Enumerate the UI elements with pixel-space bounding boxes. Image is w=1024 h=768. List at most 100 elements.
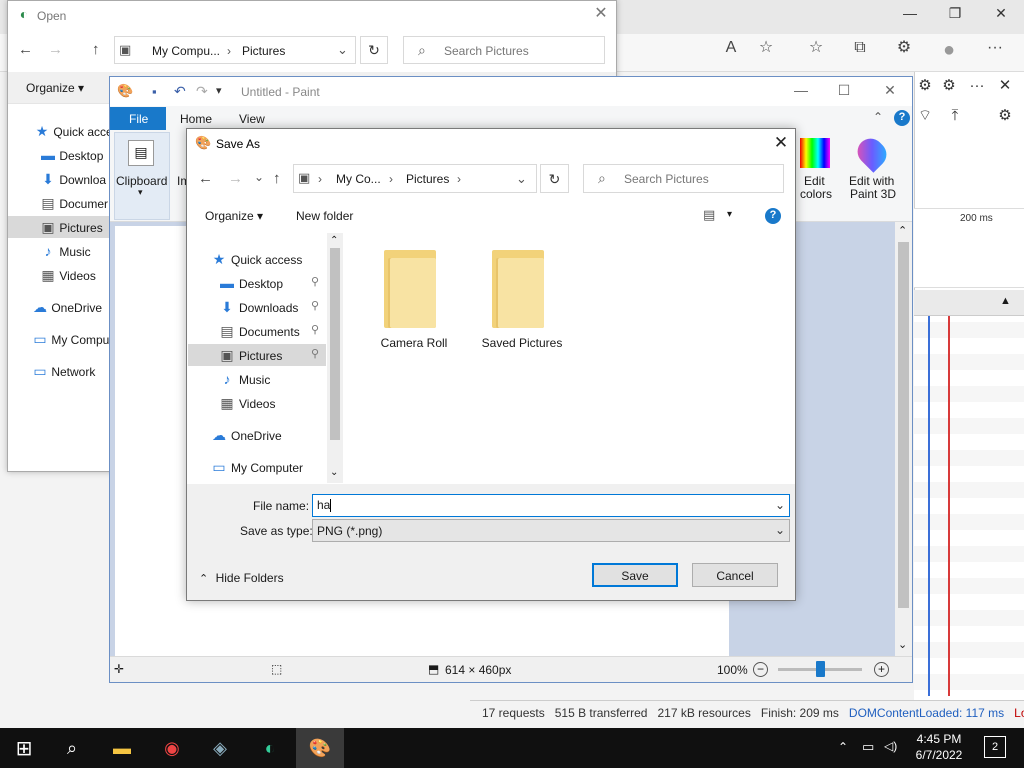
read-aloud-icon[interactable]: A — [718, 40, 744, 64]
open-breadcrumb-computer[interactable]: My Compu... — [152, 44, 220, 58]
collections-icon[interactable]: ⧉ — [847, 40, 873, 64]
open-organize-button[interactable]: Organize ▾ — [26, 81, 84, 95]
open-nav-videos[interactable]: ▦ Videos — [40, 268, 95, 284]
save-type-dropdown-icon[interactable]: ⌄ — [775, 524, 785, 536]
open-address-bar[interactable]: ▣ My Compu... › Pictures ⌄ — [114, 36, 356, 64]
edge-restore-button[interactable]: ❐ — [935, 6, 975, 28]
save-as-close-button[interactable]: ✕ — [770, 134, 792, 154]
open-nav-downloads[interactable]: ⬇ Downloa — [40, 172, 106, 188]
open-nav-pictures[interactable]: ▣ Pictures — [40, 220, 102, 236]
more-icon[interactable]: ··· — [982, 40, 1008, 64]
nav-scroll-down-icon[interactable]: ⌄ — [330, 468, 338, 478]
paint-view-tab[interactable]: View — [239, 112, 265, 126]
open-nav-quick-access[interactable]: ★ Quick acce — [34, 124, 113, 140]
nav-item-videos[interactable]: ▦ Videos — [219, 396, 275, 412]
back-icon[interactable]: ← — [198, 171, 213, 186]
customize-toolbar-icon[interactable]: ▾ — [216, 86, 222, 97]
open-dialog-close-button[interactable]: ✕ — [590, 6, 612, 26]
nav-item-desktop[interactable]: ▬ Desktop — [219, 276, 283, 292]
help-icon[interactable]: ? — [894, 110, 910, 126]
new-folder-button[interactable]: New folder — [296, 209, 353, 223]
nav-item-my-computer[interactable]: ▭ My Computer — [211, 460, 303, 476]
file-name-dropdown-icon[interactable]: ⌄ — [775, 499, 785, 511]
breadcrumb-pictures[interactable]: Pictures — [406, 172, 449, 186]
profile-icon[interactable]: ● — [936, 40, 962, 64]
edit-colors-icon[interactable] — [800, 138, 830, 168]
nav-scroll-up-icon[interactable]: ⌃ — [330, 236, 338, 246]
edge-minimize-button[interactable]: — — [890, 6, 930, 28]
sort-ascending-icon[interactable]: ▲ — [1000, 296, 1011, 307]
nav-item-pictures[interactable]: ▣ Pictures — [219, 348, 282, 364]
open-nav-my-computer[interactable]: ▭ My Compu — [32, 332, 109, 348]
nav-item-documents[interactable]: ▤ Documents — [219, 324, 299, 340]
save-as-type-select[interactable]: PNG (*.png) ⌄ — [312, 519, 790, 542]
favorites-icon[interactable]: ☆ — [803, 40, 829, 64]
open-refresh-button[interactable]: ↻ — [360, 36, 388, 64]
nav-item-downloads[interactable]: ⬇ Downloads — [219, 300, 298, 316]
network-settings-icon[interactable]: ⚙ — [994, 108, 1016, 130]
paint-file-tab[interactable]: File — [110, 107, 166, 130]
edge-dev-icon[interactable]: ◐ — [248, 733, 292, 763]
notification-center-icon[interactable]: 2 — [984, 736, 1006, 758]
save-as-search-box[interactable]: ⌕ Search Pictures — [583, 164, 784, 193]
folder-item[interactable]: Camera Roll — [366, 246, 462, 354]
edge-close-button[interactable]: ✕ — [981, 6, 1021, 28]
chrome-icon[interactable]: ◉ — [150, 733, 194, 763]
nav-item-onedrive[interactable]: ☁ OneDrive — [211, 428, 282, 444]
file-name-input[interactable]: ha ⌄ — [312, 494, 790, 517]
volume-icon[interactable]: ◁) — [884, 740, 897, 752]
redo-icon[interactable]: ↷ — [196, 84, 208, 98]
taskbar-search-icon[interactable]: ⌕ — [50, 733, 94, 763]
paint-scroll-thumb[interactable] — [898, 242, 909, 608]
open-address-dropdown-icon[interactable]: ⌄ — [337, 43, 348, 56]
save-as-help-icon[interactable]: ? — [765, 208, 781, 224]
nav-scroll-thumb[interactable] — [330, 248, 340, 440]
open-nav-desktop[interactable]: ▬ Desktop — [40, 148, 103, 164]
devtools-more-icon[interactable]: ··· — [966, 78, 988, 100]
paint-taskbar-icon[interactable]: 🎨 — [298, 733, 342, 763]
paint-minimize-button[interactable]: — — [786, 83, 816, 101]
file-explorer-icon[interactable]: ▬ — [100, 733, 144, 763]
paint-close-button[interactable]: ✕ — [875, 83, 905, 101]
start-icon[interactable]: ⊞ — [2, 733, 46, 763]
open-nav-music[interactable]: ♪ Music — [40, 244, 91, 260]
refresh-button[interactable]: ↻ — [540, 164, 569, 193]
cancel-button[interactable]: Cancel — [692, 563, 778, 587]
collapse-ribbon-icon[interactable]: ⌃ — [873, 111, 883, 123]
view-options-icon[interactable]: ▾ — [727, 210, 732, 220]
zoom-out-button[interactable]: − — [753, 662, 768, 677]
zoom-in-button[interactable]: + — [874, 662, 889, 677]
devtools-close-icon[interactable]: ✕ — [994, 78, 1016, 100]
scroll-up-icon[interactable]: ⌃ — [898, 226, 907, 237]
nav-item-music[interactable]: ♪ Music — [219, 372, 271, 388]
open-search-box[interactable]: ⌕ Search Pictures — [403, 36, 605, 64]
undo-icon[interactable]: ↶ — [174, 84, 186, 98]
extensions-icon[interactable]: ⚙ — [891, 40, 917, 64]
devtools-connect-icon[interactable]: ⚙ — [938, 78, 960, 100]
save-button[interactable]: Save — [592, 563, 678, 587]
taskbar-clock[interactable]: 4:45 PM 6/7/2022 — [906, 731, 972, 763]
recent-locations-icon[interactable]: ⌄ — [254, 171, 264, 183]
organize-button[interactable]: Organize ▾ — [205, 209, 263, 223]
hide-folders-button[interactable]: ⌃ Hide Folders — [199, 571, 284, 585]
breadcrumb-computer[interactable]: My Co... — [336, 172, 381, 186]
nav-item-quick-access[interactable]: ★ Quick access — [211, 252, 303, 268]
network-throttle-icon[interactable]: ⌔ — [914, 108, 936, 130]
upload-icon[interactable]: ⤒ — [944, 108, 966, 130]
favorite-add-icon[interactable]: ☆ — [753, 40, 779, 64]
quick-save-icon[interactable]: ▪ — [152, 85, 157, 98]
zoom-slider-thumb[interactable] — [816, 661, 825, 677]
show-hidden-icons-icon[interactable]: ⌃ — [838, 741, 848, 753]
open-nav-onedrive[interactable]: ☁ OneDrive — [32, 300, 102, 316]
paste-icon[interactable]: ▤ — [128, 140, 154, 166]
up-icon[interactable]: ↑ — [273, 171, 281, 186]
change-view-icon[interactable]: ▤ — [703, 208, 715, 221]
scroll-down-icon[interactable]: ⌄ — [898, 640, 907, 651]
address-dropdown-icon[interactable]: ⌄ — [516, 172, 527, 185]
paint-home-tab[interactable]: Home — [180, 112, 212, 126]
open-nav-documents[interactable]: ▤ Documer — [40, 196, 108, 212]
open-nav-network[interactable]: ▭ Network — [32, 364, 95, 380]
open-breadcrumb-pictures[interactable]: Pictures — [242, 44, 285, 58]
network-status-icon[interactable]: ▭ — [862, 740, 874, 753]
save-as-address-bar[interactable]: ▣ › My Co... › Pictures › ⌄ — [293, 164, 537, 193]
